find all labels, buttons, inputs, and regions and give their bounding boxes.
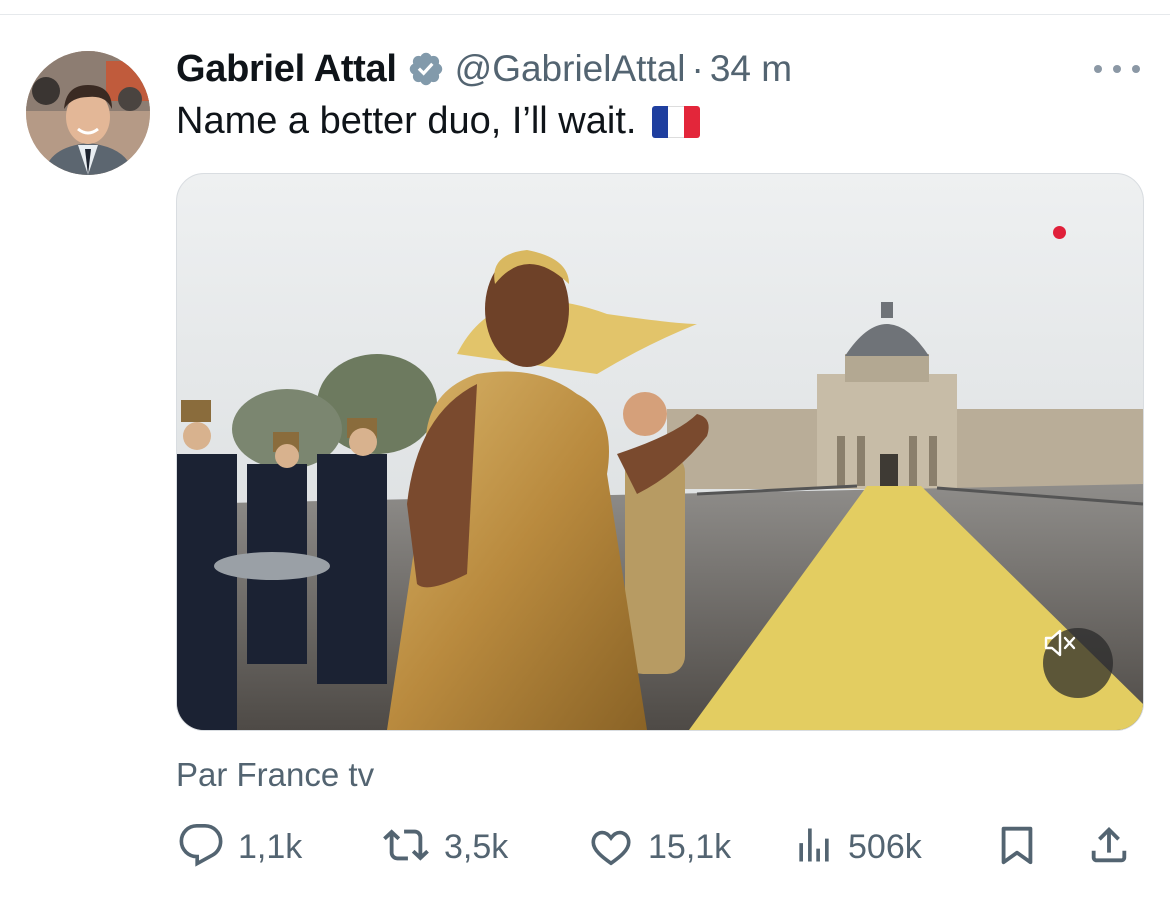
bookmark-icon — [994, 822, 1040, 873]
avatar-image — [26, 51, 150, 175]
video-frame — [177, 174, 1143, 730]
bookmark-button[interactable] — [994, 822, 1040, 872]
repost-button[interactable]: 3,5k — [380, 822, 508, 872]
like-icon — [586, 822, 636, 873]
france-flag-icon — [652, 105, 701, 138]
video-source[interactable]: Par France tv — [176, 756, 374, 794]
author-handle[interactable]: @GabrielAttal — [455, 48, 686, 90]
share-icon — [1086, 822, 1132, 873]
tweet-text-content: Name a better duo, I’ll wait. — [176, 100, 637, 142]
volume-muted-icon[interactable] — [1043, 628, 1113, 698]
more-options-icon[interactable] — [1094, 56, 1140, 82]
views-count: 506k — [848, 827, 922, 866]
reply-button[interactable]: 1,1k — [176, 822, 302, 872]
views-icon — [792, 822, 836, 873]
repost-count: 3,5k — [444, 827, 509, 866]
reply-count: 1,1k — [238, 827, 303, 866]
tweet-video[interactable] — [176, 173, 1144, 731]
views-button[interactable]: 506k — [792, 822, 922, 872]
verified-badge-icon — [407, 50, 445, 88]
separator-dot: · — [691, 48, 704, 89]
top-divider — [0, 14, 1170, 15]
author-name[interactable]: Gabriel Attal — [176, 48, 397, 91]
reply-icon — [176, 822, 226, 873]
author-avatar[interactable] — [26, 51, 150, 175]
share-button[interactable] — [1086, 822, 1132, 872]
tweet-timestamp[interactable]: 34 m — [710, 48, 792, 90]
like-button[interactable]: 15,1k — [586, 822, 731, 872]
action-bar: 1,1k 3,5k 15,1k 506k — [176, 822, 1140, 872]
repost-icon — [380, 822, 432, 873]
like-count: 15,1k — [648, 827, 732, 866]
recording-indicator — [1053, 226, 1066, 239]
tweet-text: Name a better duo, I’ll wait. — [176, 100, 701, 143]
tweet-header: Gabriel Attal @GabrielAttal · 34 m — [176, 44, 792, 94]
